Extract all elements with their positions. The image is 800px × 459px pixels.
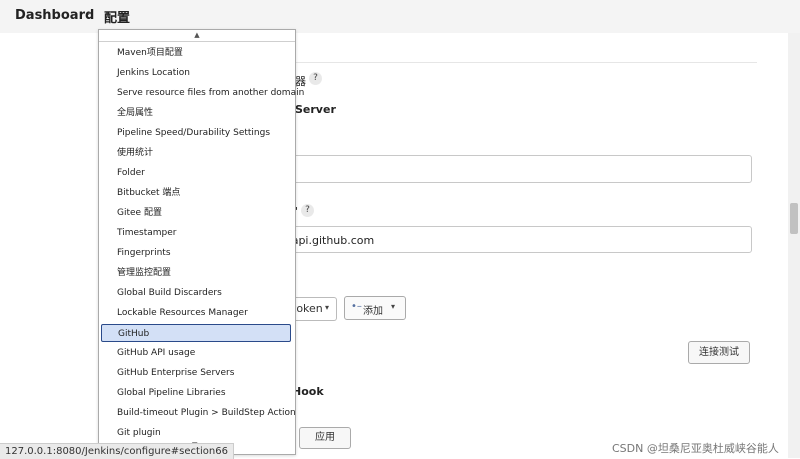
- apply-button[interactable]: 应用: [299, 427, 351, 449]
- breadcrumb-dashboard-link[interactable]: Dashboard: [15, 8, 94, 23]
- dropdown-item[interactable]: Maven项目配置: [101, 44, 291, 62]
- help-icon[interactable]: ?: [301, 204, 314, 217]
- breadcrumb-current: 配置: [104, 11, 131, 26]
- page-scrollbar[interactable]: [788, 33, 800, 458]
- chevron-down-icon: ▾: [391, 302, 396, 311]
- status-bar-url: 127.0.0.1:8080/Jenkins/configure#section…: [0, 443, 234, 459]
- credentials-select-value: token: [292, 302, 323, 315]
- dropdown-item[interactable]: 全局属性: [101, 104, 291, 122]
- watermark: CSDN @坦桑尼亚奥杜威峡谷能人: [612, 442, 779, 455]
- dropdown-item[interactable]: Global Build Discarders: [101, 284, 291, 302]
- dropdown-item[interactable]: GitHub API usage: [101, 344, 291, 362]
- dropdown-item[interactable]: Build-timeout Plugin > BuildStep Action: [101, 404, 296, 422]
- dropdown-item[interactable]: Fingerprints: [101, 244, 291, 262]
- dropdown-item[interactable]: Timestamper: [101, 224, 291, 242]
- help-icon[interactable]: ?: [309, 72, 322, 85]
- chevron-down-icon: ▾: [325, 303, 330, 312]
- dropdown-item[interactable]: Gitee 配置: [101, 204, 291, 222]
- dropdown-item[interactable]: GitHub Enterprise Servers: [101, 364, 291, 382]
- dropdown-item[interactable]: Jenkins Location: [101, 64, 291, 82]
- section-divider: [295, 62, 757, 63]
- github-server-heading: Server: [295, 103, 336, 116]
- dropdown-item[interactable]: Global Pipeline Libraries: [101, 384, 291, 402]
- add-credentials-label: 添加: [363, 306, 383, 317]
- key-icon: •–: [351, 301, 362, 312]
- dropdown-item[interactable]: Folder: [101, 164, 291, 182]
- add-credentials-button[interactable]: •– 添加 ▾: [344, 296, 406, 320]
- section-dropdown-list[interactable]: ▲ Maven项目配置 Jenkins Location Serve resourc…: [98, 29, 304, 455]
- scroll-up-icon[interactable]: ▲: [99, 30, 295, 42]
- dropdown-item[interactable]: Pipeline Speed/Durability Settings: [101, 124, 291, 142]
- credentials-select[interactable]: token ▾: [292, 297, 337, 321]
- dropdown-item[interactable]: 管理监控配置: [101, 264, 291, 282]
- test-connection-button[interactable]: 连接测试: [688, 341, 750, 364]
- server-name-input[interactable]: [290, 155, 752, 183]
- dropdown-item[interactable]: Lockable Resources Manager: [101, 304, 291, 322]
- dropdown-item[interactable]: 使用统计: [101, 144, 291, 162]
- dropdown-item[interactable]: GitHub: [101, 324, 291, 342]
- breadcrumb-separator-icon: ›: [87, 8, 91, 19]
- dropdown-item[interactable]: Serve resource files from another domain: [101, 84, 304, 102]
- page-scrollbar-thumb[interactable]: [790, 203, 798, 234]
- api-url-input[interactable]: /api.github.com: [288, 226, 752, 253]
- hook-heading-fragment: Hook: [292, 385, 324, 398]
- dropdown-item[interactable]: Bitbucket 端点: [101, 184, 291, 202]
- dropdown-item[interactable]: Git plugin: [101, 424, 291, 442]
- api-url-value: /api.github.com: [288, 234, 375, 247]
